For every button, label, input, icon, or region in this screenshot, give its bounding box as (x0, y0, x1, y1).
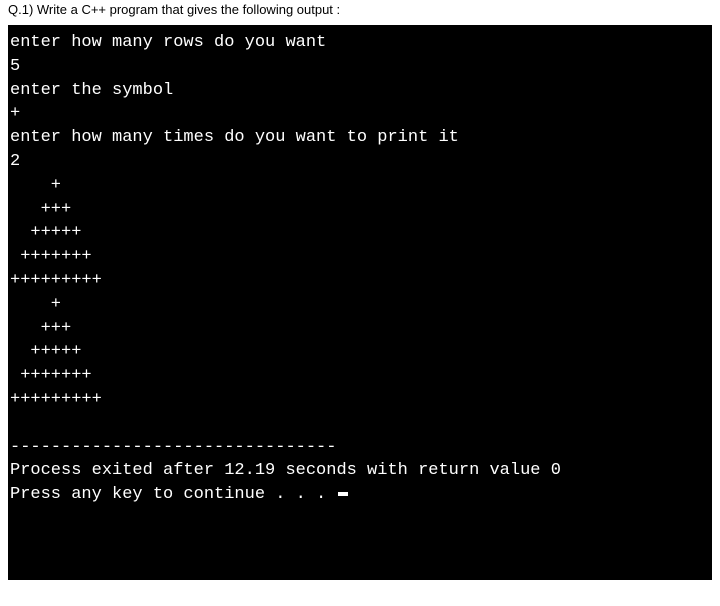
continue-message: Press any key to continue . . . (10, 485, 336, 504)
console-output: enter how many rows do you want5enter th… (8, 25, 712, 580)
cursor-icon (338, 492, 348, 496)
pattern-line: +++++ (10, 221, 710, 245)
pattern-line: + (10, 174, 710, 198)
question-header: Q.1) Write a C++ program that gives the … (0, 0, 720, 25)
pattern-line: +++++++++ (10, 269, 710, 293)
question-text: Q.1) Write a C++ program that gives the … (8, 2, 340, 17)
input-rows: 5 (10, 55, 710, 79)
pattern-line: +++++++ (10, 245, 710, 269)
pattern-line: +++++ (10, 340, 710, 364)
pattern-line: +++ (10, 198, 710, 222)
divider-line: -------------------------------- (10, 436, 710, 460)
pattern-line: + (10, 293, 710, 317)
input-symbol: + (10, 102, 710, 126)
pattern-line: +++++++++ (10, 388, 710, 412)
blank-line (10, 412, 710, 436)
prompt-symbol: enter the symbol (10, 79, 710, 103)
prompt-times: enter how many times do you want to prin… (10, 126, 710, 150)
pattern-line: +++++++ (10, 364, 710, 388)
input-times: 2 (10, 150, 710, 174)
pattern-line: +++ (10, 317, 710, 341)
exit-message: Process exited after 12.19 seconds with … (10, 459, 710, 483)
prompt-rows: enter how many rows do you want (10, 31, 710, 55)
